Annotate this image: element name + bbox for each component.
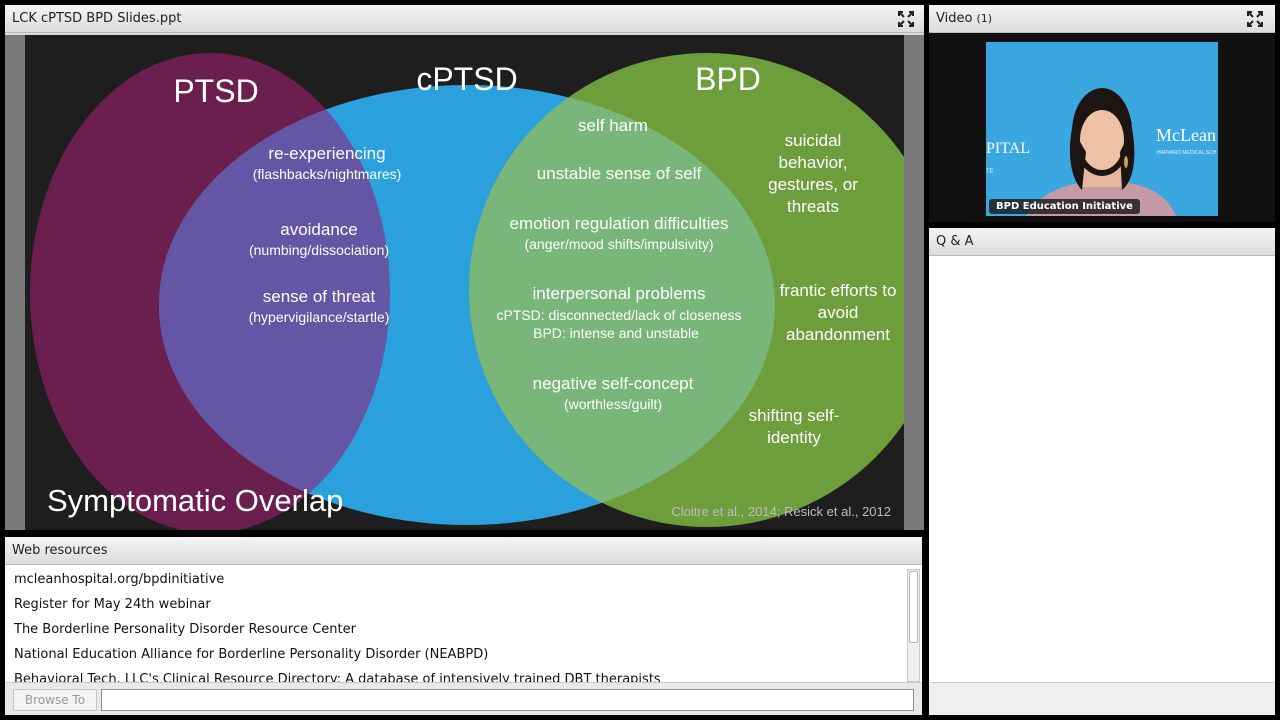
negative-self-concept-sub: (worthless/guilt) bbox=[564, 396, 662, 412]
emotion-regulation-sub: (anger/mood shifts/impulsivity) bbox=[524, 236, 713, 252]
web-resource-link[interactable]: National Education Alliance for Borderli… bbox=[5, 642, 905, 667]
background-logo-right-sub: HARVARD MEDICAL SCH bbox=[1157, 150, 1217, 156]
browse-to-button[interactable]: Browse To bbox=[13, 689, 97, 711]
qa-message-list[interactable] bbox=[929, 257, 1275, 682]
slide-letterbox-left bbox=[5, 35, 25, 530]
web-resources-header: Web resources bbox=[5, 537, 922, 565]
emotion-regulation-text: emotion regulation difficulties bbox=[510, 214, 729, 233]
interpersonal-sub-bpd: BPD: intense and unstable bbox=[533, 325, 699, 341]
participant-count: (1) bbox=[976, 12, 993, 25]
unstable-self-text: unstable sense of self bbox=[537, 164, 702, 183]
overlap-item-main: sense of threat bbox=[263, 287, 376, 306]
slide-content: PTSD cPTSD BPD re-experiencing (flashbac… bbox=[5, 35, 924, 530]
qa-panel-title: Q & A bbox=[936, 234, 974, 249]
overlap-item-main: avoidance bbox=[280, 220, 358, 239]
suicidal-line: suicidal bbox=[785, 131, 842, 150]
slide-title: Symptomatic Overlap bbox=[47, 483, 343, 518]
slide-panel-title: LCK cPTSD BPD Slides.ppt bbox=[12, 11, 182, 26]
web-resources-footer: Browse To bbox=[5, 682, 922, 715]
web-resources-panel: Web resources mcleanhospital.org/bpdinit… bbox=[5, 537, 922, 715]
venn-diagram: PTSD cPTSD BPD re-experiencing (flashbac… bbox=[25, 35, 904, 530]
interpersonal-text: interpersonal problems bbox=[533, 284, 706, 303]
web-resource-link[interactable]: mcleanhospital.org/bpdinitiative bbox=[5, 567, 905, 592]
video-panel-title: Video bbox=[936, 11, 973, 26]
web-resources-title: Web resources bbox=[12, 543, 108, 558]
frantic-line: frantic efforts to bbox=[780, 281, 897, 300]
overlap-item-sub: (hypervigilance/startle) bbox=[249, 309, 390, 325]
scrollbar-thumb[interactable] bbox=[909, 571, 918, 643]
bpd-label: BPD bbox=[695, 61, 761, 97]
cptsd-label: cPTSD bbox=[416, 61, 517, 97]
frantic-line: avoid bbox=[818, 303, 859, 322]
web-resources-list: mcleanhospital.org/bpdinitiative Registe… bbox=[5, 567, 905, 682]
suicidal-line: threats bbox=[787, 197, 839, 216]
video-panel-header: Video (1) bbox=[929, 5, 1275, 33]
slide-panel-header: LCK cPTSD BPD Slides.ppt bbox=[5, 5, 924, 33]
background-logo-left: PITAL bbox=[986, 140, 1030, 157]
self-harm-text: self harm bbox=[578, 116, 648, 135]
citation-text: Cloitre et al., 2014; Resick et al., 201… bbox=[671, 504, 891, 519]
web-resource-link[interactable]: Behavioral Tech, LLC's Clinical Resource… bbox=[5, 667, 905, 682]
video-panel: Video (1) PITAL TE McLean HARVARD MEDICAL… bbox=[929, 5, 1275, 222]
web-resource-link[interactable]: Register for May 24th webinar bbox=[5, 592, 905, 617]
suicidal-line: behavior, bbox=[779, 153, 848, 172]
interpersonal-sub-cptsd: cPTSD: disconnected/lack of closeness bbox=[496, 307, 741, 323]
video-caption: BPD Education Initiative bbox=[989, 199, 1140, 214]
fullscreen-icon[interactable] bbox=[1247, 11, 1263, 27]
web-resource-link[interactable]: The Borderline Personality Disorder Reso… bbox=[5, 617, 905, 642]
shifting-line: identity bbox=[767, 428, 821, 447]
ptsd-label: PTSD bbox=[173, 73, 258, 109]
overlap-item-sub: (numbing/dissociation) bbox=[249, 242, 389, 258]
qa-footer bbox=[929, 682, 1275, 715]
slide-panel: LCK cPTSD BPD Slides.ppt PTSD cPTSD BPD … bbox=[5, 5, 924, 530]
video-feed[interactable]: PITAL TE McLean HARVARD MEDICAL SCH BPD … bbox=[986, 42, 1218, 216]
background-logo-left-sub: TE bbox=[986, 169, 994, 175]
overlap-item-sub: (flashbacks/nightmares) bbox=[253, 166, 402, 182]
frantic-line: abandonment bbox=[786, 325, 890, 344]
negative-self-concept-text: negative self-concept bbox=[533, 374, 694, 393]
slide-letterbox-right bbox=[904, 35, 924, 530]
qa-panel: Q & A bbox=[929, 228, 1275, 715]
fullscreen-icon[interactable] bbox=[898, 11, 914, 27]
suicidal-line: gestures, or bbox=[768, 175, 858, 194]
background-logo-right: McLean bbox=[1156, 125, 1216, 145]
url-input[interactable] bbox=[101, 689, 914, 711]
shifting-line: shifting self- bbox=[749, 406, 840, 425]
web-resources-scrollbar[interactable] bbox=[907, 569, 920, 682]
overlap-item-main: re-experiencing bbox=[268, 144, 385, 163]
presenter-video-image: PITAL TE McLean HARVARD MEDICAL SCH bbox=[986, 42, 1218, 216]
qa-panel-header: Q & A bbox=[929, 228, 1275, 256]
